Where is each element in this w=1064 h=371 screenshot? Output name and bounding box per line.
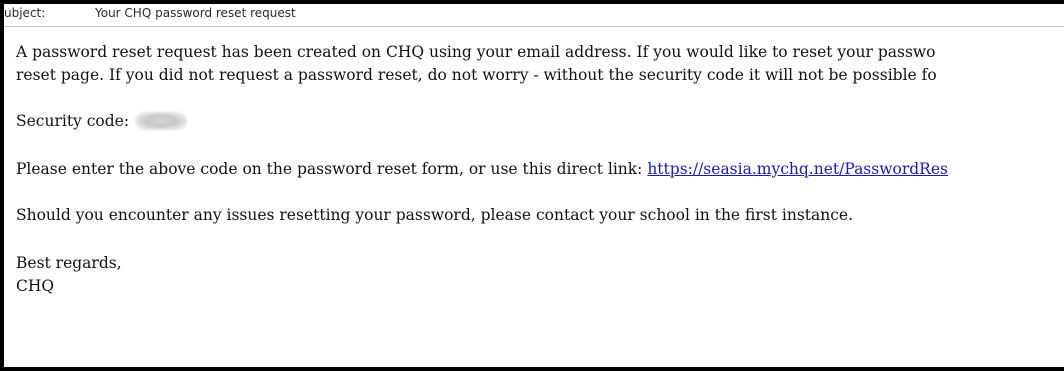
sender-line: CHQ bbox=[16, 277, 55, 295]
direct-link-intro: Please enter the above code on the passw… bbox=[16, 160, 648, 178]
subject-value: Your CHQ password reset request bbox=[95, 6, 296, 20]
issues-line: Should you encounter any issues resettin… bbox=[16, 206, 854, 224]
security-code-line: Security code: bbox=[16, 110, 188, 133]
subject-label: ubject: bbox=[4, 6, 46, 20]
redacted-security-code bbox=[135, 112, 188, 130]
direct-link-line: Please enter the above code on the passw… bbox=[16, 158, 948, 181]
signoff-line: Best regards, bbox=[16, 254, 122, 272]
intro-line-1: A password reset request has been create… bbox=[16, 43, 936, 61]
subject-header-row: ubject: Your CHQ password reset request bbox=[4, 4, 1064, 27]
intro-line-2: reset page. If you did not request a pas… bbox=[16, 66, 937, 84]
password-reset-link[interactable]: https://seasia.mychq.net/PasswordRes bbox=[647, 160, 948, 178]
email-window: ubject: Your CHQ password reset request … bbox=[0, 0, 1064, 371]
security-code-label: Security code: bbox=[16, 112, 130, 130]
